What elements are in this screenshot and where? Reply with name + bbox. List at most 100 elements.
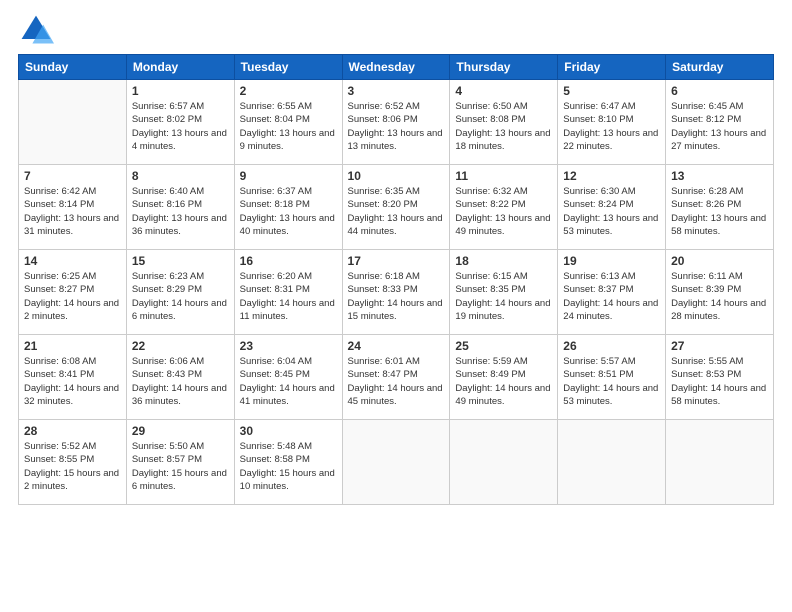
header xyxy=(0,0,792,54)
calendar-week-row: 21 Sunrise: 6:08 AMSunset: 8:41 PMDaylig… xyxy=(19,335,774,420)
day-info: Sunrise: 6:15 AMSunset: 8:35 PMDaylight:… xyxy=(455,271,550,322)
calendar-cell: 19 Sunrise: 6:13 AMSunset: 8:37 PMDaylig… xyxy=(558,250,666,335)
day-info: Sunrise: 6:50 AMSunset: 8:08 PMDaylight:… xyxy=(455,101,550,152)
day-info: Sunrise: 5:50 AMSunset: 8:57 PMDaylight:… xyxy=(132,441,227,492)
day-info: Sunrise: 5:57 AMSunset: 8:51 PMDaylight:… xyxy=(563,356,658,407)
day-header: Friday xyxy=(558,55,666,80)
day-info: Sunrise: 6:32 AMSunset: 8:22 PMDaylight:… xyxy=(455,186,550,237)
day-number: 9 xyxy=(240,169,337,183)
calendar-cell: 22 Sunrise: 6:06 AMSunset: 8:43 PMDaylig… xyxy=(126,335,234,420)
calendar-cell: 4 Sunrise: 6:50 AMSunset: 8:08 PMDayligh… xyxy=(450,80,558,165)
day-number: 22 xyxy=(132,339,229,353)
day-info: Sunrise: 5:48 AMSunset: 8:58 PMDaylight:… xyxy=(240,441,335,492)
calendar-cell: 5 Sunrise: 6:47 AMSunset: 8:10 PMDayligh… xyxy=(558,80,666,165)
day-number: 17 xyxy=(348,254,445,268)
calendar-cell: 3 Sunrise: 6:52 AMSunset: 8:06 PMDayligh… xyxy=(342,80,450,165)
day-info: Sunrise: 6:52 AMSunset: 8:06 PMDaylight:… xyxy=(348,101,443,152)
calendar-cell: 1 Sunrise: 6:57 AMSunset: 8:02 PMDayligh… xyxy=(126,80,234,165)
day-info: Sunrise: 6:40 AMSunset: 8:16 PMDaylight:… xyxy=(132,186,227,237)
calendar-cell: 30 Sunrise: 5:48 AMSunset: 8:58 PMDaylig… xyxy=(234,420,342,505)
day-info: Sunrise: 6:55 AMSunset: 8:04 PMDaylight:… xyxy=(240,101,335,152)
calendar-cell xyxy=(666,420,774,505)
day-number: 10 xyxy=(348,169,445,183)
day-info: Sunrise: 6:06 AMSunset: 8:43 PMDaylight:… xyxy=(132,356,227,407)
day-header: Wednesday xyxy=(342,55,450,80)
calendar-cell: 16 Sunrise: 6:20 AMSunset: 8:31 PMDaylig… xyxy=(234,250,342,335)
day-number: 1 xyxy=(132,84,229,98)
day-info: Sunrise: 6:11 AMSunset: 8:39 PMDaylight:… xyxy=(671,271,766,322)
day-number: 24 xyxy=(348,339,445,353)
day-info: Sunrise: 6:20 AMSunset: 8:31 PMDaylight:… xyxy=(240,271,335,322)
day-number: 15 xyxy=(132,254,229,268)
logo xyxy=(18,12,60,48)
day-number: 27 xyxy=(671,339,768,353)
calendar-cell: 8 Sunrise: 6:40 AMSunset: 8:16 PMDayligh… xyxy=(126,165,234,250)
day-info: Sunrise: 6:18 AMSunset: 8:33 PMDaylight:… xyxy=(348,271,443,322)
calendar-cell: 14 Sunrise: 6:25 AMSunset: 8:27 PMDaylig… xyxy=(19,250,127,335)
calendar-cell: 26 Sunrise: 5:57 AMSunset: 8:51 PMDaylig… xyxy=(558,335,666,420)
day-number: 14 xyxy=(24,254,121,268)
day-number: 6 xyxy=(671,84,768,98)
calendar-cell: 11 Sunrise: 6:32 AMSunset: 8:22 PMDaylig… xyxy=(450,165,558,250)
day-info: Sunrise: 6:30 AMSunset: 8:24 PMDaylight:… xyxy=(563,186,658,237)
logo-icon xyxy=(18,12,54,48)
calendar-cell: 29 Sunrise: 5:50 AMSunset: 8:57 PMDaylig… xyxy=(126,420,234,505)
day-number: 30 xyxy=(240,424,337,438)
day-header: Tuesday xyxy=(234,55,342,80)
calendar-cell: 18 Sunrise: 6:15 AMSunset: 8:35 PMDaylig… xyxy=(450,250,558,335)
day-number: 19 xyxy=(563,254,660,268)
calendar-cell: 13 Sunrise: 6:28 AMSunset: 8:26 PMDaylig… xyxy=(666,165,774,250)
calendar-cell xyxy=(450,420,558,505)
day-number: 28 xyxy=(24,424,121,438)
day-info: Sunrise: 6:37 AMSunset: 8:18 PMDaylight:… xyxy=(240,186,335,237)
day-info: Sunrise: 6:47 AMSunset: 8:10 PMDaylight:… xyxy=(563,101,658,152)
calendar-cell: 20 Sunrise: 6:11 AMSunset: 8:39 PMDaylig… xyxy=(666,250,774,335)
day-info: Sunrise: 6:25 AMSunset: 8:27 PMDaylight:… xyxy=(24,271,119,322)
calendar-cell: 21 Sunrise: 6:08 AMSunset: 8:41 PMDaylig… xyxy=(19,335,127,420)
day-header: Monday xyxy=(126,55,234,80)
day-number: 18 xyxy=(455,254,552,268)
calendar-cell: 25 Sunrise: 5:59 AMSunset: 8:49 PMDaylig… xyxy=(450,335,558,420)
calendar-cell: 10 Sunrise: 6:35 AMSunset: 8:20 PMDaylig… xyxy=(342,165,450,250)
calendar-cell: 28 Sunrise: 5:52 AMSunset: 8:55 PMDaylig… xyxy=(19,420,127,505)
day-number: 11 xyxy=(455,169,552,183)
day-info: Sunrise: 5:55 AMSunset: 8:53 PMDaylight:… xyxy=(671,356,766,407)
day-number: 5 xyxy=(563,84,660,98)
day-number: 3 xyxy=(348,84,445,98)
calendar-cell: 2 Sunrise: 6:55 AMSunset: 8:04 PMDayligh… xyxy=(234,80,342,165)
day-number: 16 xyxy=(240,254,337,268)
calendar-cell: 15 Sunrise: 6:23 AMSunset: 8:29 PMDaylig… xyxy=(126,250,234,335)
day-info: Sunrise: 6:57 AMSunset: 8:02 PMDaylight:… xyxy=(132,101,227,152)
day-number: 21 xyxy=(24,339,121,353)
day-info: Sunrise: 6:13 AMSunset: 8:37 PMDaylight:… xyxy=(563,271,658,322)
calendar-week-row: 28 Sunrise: 5:52 AMSunset: 8:55 PMDaylig… xyxy=(19,420,774,505)
day-number: 13 xyxy=(671,169,768,183)
day-number: 20 xyxy=(671,254,768,268)
day-info: Sunrise: 6:01 AMSunset: 8:47 PMDaylight:… xyxy=(348,356,443,407)
calendar-cell: 24 Sunrise: 6:01 AMSunset: 8:47 PMDaylig… xyxy=(342,335,450,420)
calendar-cell: 23 Sunrise: 6:04 AMSunset: 8:45 PMDaylig… xyxy=(234,335,342,420)
day-header: Thursday xyxy=(450,55,558,80)
calendar-cell xyxy=(558,420,666,505)
calendar-cell: 12 Sunrise: 6:30 AMSunset: 8:24 PMDaylig… xyxy=(558,165,666,250)
day-number: 26 xyxy=(563,339,660,353)
day-info: Sunrise: 6:28 AMSunset: 8:26 PMDaylight:… xyxy=(671,186,766,237)
day-number: 4 xyxy=(455,84,552,98)
day-info: Sunrise: 6:45 AMSunset: 8:12 PMDaylight:… xyxy=(671,101,766,152)
calendar-table: SundayMondayTuesdayWednesdayThursdayFrid… xyxy=(18,54,774,505)
calendar-week-row: 1 Sunrise: 6:57 AMSunset: 8:02 PMDayligh… xyxy=(19,80,774,165)
calendar-cell: 17 Sunrise: 6:18 AMSunset: 8:33 PMDaylig… xyxy=(342,250,450,335)
calendar-cell xyxy=(19,80,127,165)
day-info: Sunrise: 6:42 AMSunset: 8:14 PMDaylight:… xyxy=(24,186,119,237)
day-number: 23 xyxy=(240,339,337,353)
day-info: Sunrise: 5:59 AMSunset: 8:49 PMDaylight:… xyxy=(455,356,550,407)
calendar-cell xyxy=(342,420,450,505)
day-number: 2 xyxy=(240,84,337,98)
calendar-cell: 7 Sunrise: 6:42 AMSunset: 8:14 PMDayligh… xyxy=(19,165,127,250)
day-number: 12 xyxy=(563,169,660,183)
calendar-header-row: SundayMondayTuesdayWednesdayThursdayFrid… xyxy=(19,55,774,80)
day-number: 8 xyxy=(132,169,229,183)
calendar-week-row: 7 Sunrise: 6:42 AMSunset: 8:14 PMDayligh… xyxy=(19,165,774,250)
day-header: Sunday xyxy=(19,55,127,80)
page: SundayMondayTuesdayWednesdayThursdayFrid… xyxy=(0,0,792,612)
